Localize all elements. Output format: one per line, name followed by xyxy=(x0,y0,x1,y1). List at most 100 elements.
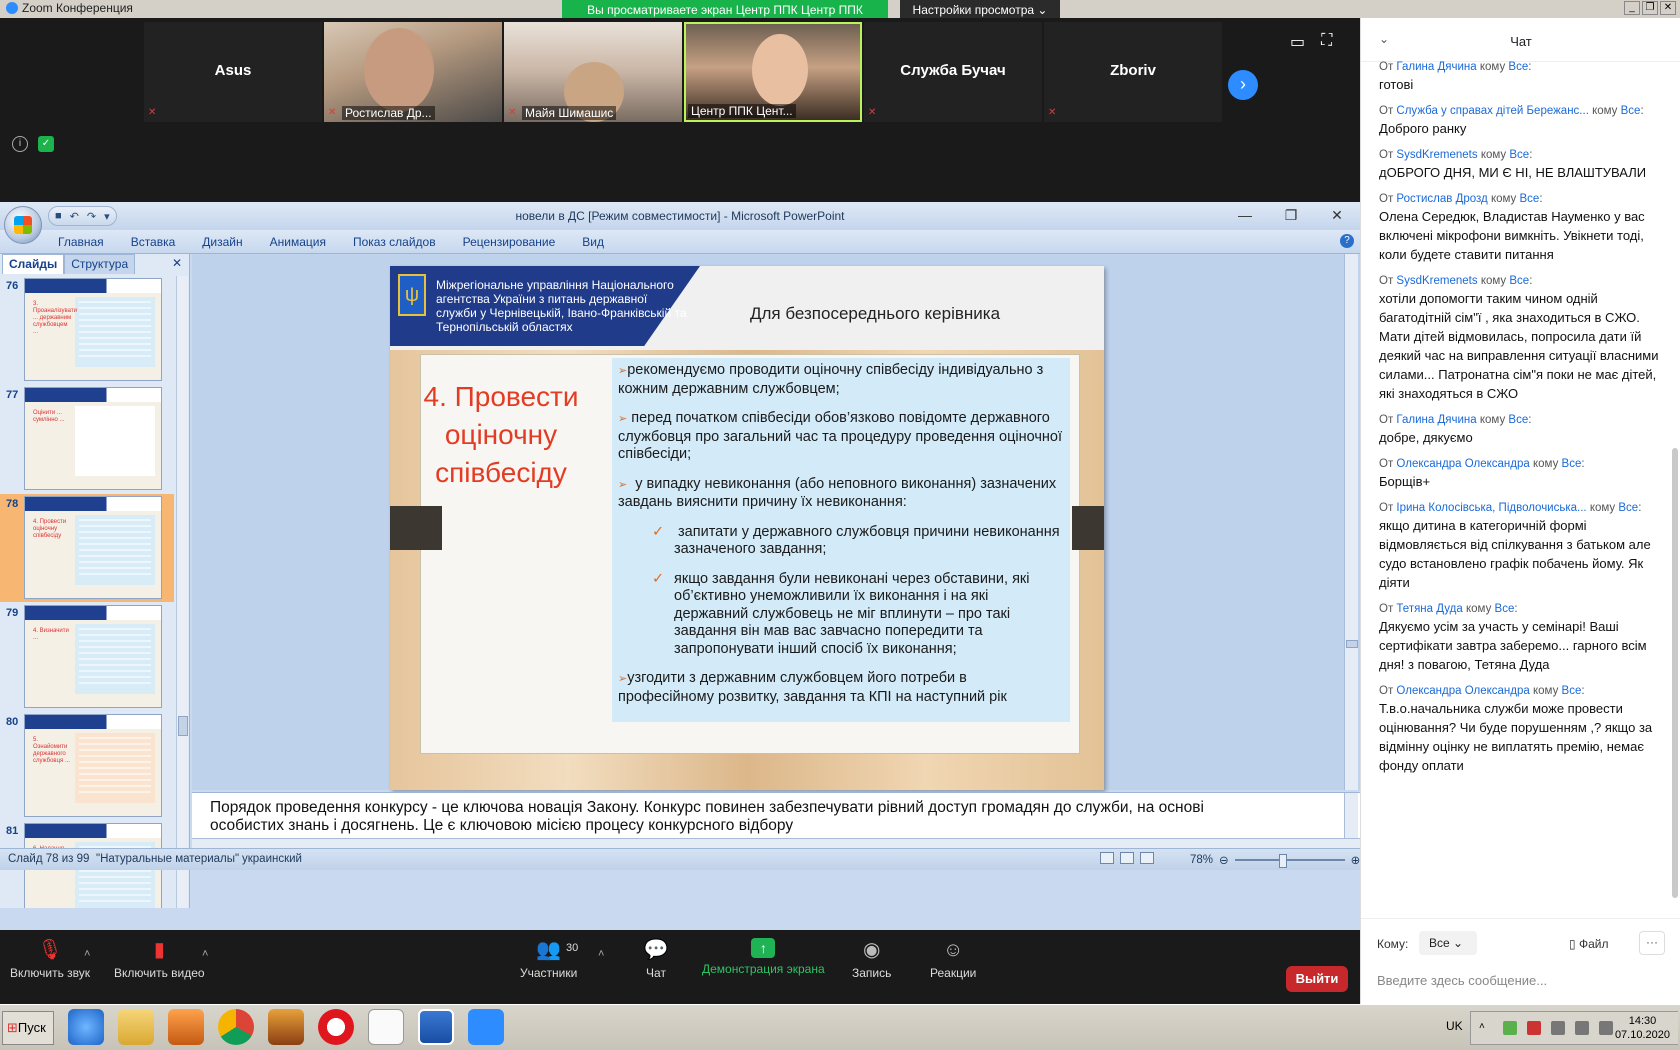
keyboard-language[interactable]: UK xyxy=(1446,1019,1463,1033)
tab-review[interactable]: Рецензирование xyxy=(463,235,556,249)
chat-recipient[interactable]: Все xyxy=(1495,603,1515,615)
participants-caret-icon[interactable]: ˄ xyxy=(598,948,604,960)
chat-sender[interactable]: Галина Дячина xyxy=(1396,61,1476,73)
chat-sender[interactable]: Олександра Олександра xyxy=(1396,685,1529,697)
view-options-button[interactable]: Настройки просмотра ⌄ xyxy=(900,0,1060,20)
participant-tile[interactable]: Asus ✕ xyxy=(144,22,322,122)
panel-close-icon[interactable]: ✕ xyxy=(172,256,182,270)
chat-scrollbar[interactable] xyxy=(1672,448,1678,898)
chat-recipient[interactable]: Все xyxy=(1621,105,1641,117)
fullscreen-icon[interactable]: ⛶ xyxy=(1321,32,1332,52)
participant-tile[interactable]: Zboriv ✕ xyxy=(1044,22,1222,122)
network-icon[interactable] xyxy=(1575,1021,1589,1035)
sorter-view-icon[interactable] xyxy=(1120,852,1134,864)
participant-tile[interactable]: Майя Шимашис ✕ xyxy=(504,22,682,122)
current-slide[interactable]: ψ Міжрегіональне управління Національног… xyxy=(390,266,1104,790)
redo-icon[interactable]: ↷ xyxy=(87,210,96,223)
ppt-restore-icon[interactable]: ❐ xyxy=(1268,204,1314,226)
help-icon[interactable]: ? xyxy=(1340,234,1354,248)
media-player-icon[interactable] xyxy=(168,1009,204,1045)
clock[interactable]: 14:30 07.10.2020 xyxy=(1615,1014,1670,1042)
tab-design[interactable]: Дизайн xyxy=(202,235,242,249)
notes-scrollbar[interactable] xyxy=(1344,793,1358,838)
chat-sender[interactable]: Олександра Олександра xyxy=(1396,458,1529,470)
audio-options-caret-icon[interactable]: ˄ xyxy=(84,948,90,960)
close-icon[interactable]: ✕ xyxy=(1660,1,1676,15)
tab-slideshow[interactable]: Показ слайдов xyxy=(353,235,436,249)
chat-sender[interactable]: SysdKremenets xyxy=(1396,275,1477,287)
ppt-close-icon[interactable]: ✕ xyxy=(1314,204,1360,226)
save-icon[interactable]: ■ xyxy=(55,210,62,222)
chat-recipient[interactable]: Все xyxy=(1520,193,1540,205)
opera-icon[interactable] xyxy=(318,1009,354,1045)
tray-app-icon[interactable] xyxy=(1551,1021,1565,1035)
minimize-icon[interactable]: _ xyxy=(1624,1,1640,15)
tab-animation[interactable]: Анимация xyxy=(270,235,326,249)
notes-pane[interactable]: Порядок проведення конкурсу - це ключова… xyxy=(192,792,1360,838)
chat-sender[interactable]: Служба у справах дітей Бережанс... xyxy=(1396,105,1588,117)
file-explorer-icon[interactable] xyxy=(118,1009,154,1045)
restore-icon[interactable]: ❐ xyxy=(1642,1,1658,15)
chat-recipient[interactable]: Все xyxy=(1618,502,1638,514)
tray-expand-icon[interactable]: ˄ xyxy=(1479,1021,1493,1035)
tab-slides[interactable]: Слайды xyxy=(2,254,65,274)
chat-message-input[interactable]: Введите здесь сообщение... xyxy=(1377,973,1547,988)
office-button[interactable] xyxy=(4,206,42,244)
encryption-shield-icon[interactable]: ✓ xyxy=(38,136,54,152)
record-button[interactable]: ◉ Запись xyxy=(852,938,891,980)
unmute-button[interactable]: 🎙 Включить звук xyxy=(10,938,90,980)
start-video-button[interactable]: ▮ Включить видео xyxy=(114,938,205,980)
internet-explorer-icon[interactable] xyxy=(68,1009,104,1045)
chat-button[interactable]: 💬 Чат xyxy=(642,938,670,980)
slide-thumbnail-selected[interactable]: 78 4. Провести оціночну співбесіду xyxy=(0,494,174,602)
chat-recipient[interactable]: Все xyxy=(1562,458,1582,470)
status-language[interactable]: украинский xyxy=(242,853,302,865)
chat-sender[interactable]: Ростислав Дрозд xyxy=(1396,193,1487,205)
chat-recipient[interactable]: Все xyxy=(1508,414,1528,426)
chat-sender[interactable]: Тетяна Дуда xyxy=(1396,603,1462,615)
slide-thumbnail[interactable]: 76 3. Проаналізувати ... державним служб… xyxy=(0,276,174,384)
word-icon[interactable] xyxy=(418,1009,454,1045)
chat-recipient[interactable]: Все xyxy=(1509,149,1529,161)
chat-recipient[interactable]: Все xyxy=(1508,61,1528,73)
start-button[interactable]: ⊞Пуск xyxy=(2,1011,54,1045)
undo-icon[interactable]: ↶ xyxy=(70,210,79,223)
participant-tile[interactable]: Ростислав Др... ✕ xyxy=(324,22,502,122)
document-icon[interactable] xyxy=(368,1009,404,1045)
tray-app-icon[interactable] xyxy=(1503,1021,1517,1035)
share-screen-button[interactable]: ↑ Демонстрация экрана xyxy=(702,938,825,976)
volume-icon[interactable] xyxy=(1599,1021,1613,1035)
recipient-select[interactable]: Все ⌄ xyxy=(1419,931,1477,955)
zoom-out-icon[interactable]: ⊖ xyxy=(1219,853,1229,867)
zoom-slider[interactable] xyxy=(1234,854,1345,868)
reactions-button[interactable]: ☺ Реакции xyxy=(930,938,976,980)
zoom-in-icon[interactable]: ⊕ xyxy=(1351,853,1361,867)
slide-thumbnail[interactable]: 77 Оцінити ... сумлінно ... xyxy=(0,385,174,493)
chat-recipient[interactable]: Все xyxy=(1509,275,1529,287)
video-options-caret-icon[interactable]: ˄ xyxy=(202,948,208,960)
tray-app-icon[interactable] xyxy=(1527,1021,1541,1035)
chat-sender[interactable]: SysdKremenets xyxy=(1396,149,1477,161)
slideshow-view-icon[interactable] xyxy=(1140,852,1154,864)
qat-dropdown-icon[interactable]: ▾ xyxy=(104,210,110,223)
tab-insert[interactable]: Вставка xyxy=(131,235,176,249)
leave-meeting-button[interactable]: Выйти xyxy=(1286,966,1348,992)
panel-scrollbar[interactable] xyxy=(176,276,188,908)
chat-recipient[interactable]: Все xyxy=(1562,685,1582,697)
winrar-icon[interactable] xyxy=(268,1009,304,1045)
ppt-minimize-icon[interactable]: — xyxy=(1222,204,1268,226)
slide-vertical-scrollbar[interactable] xyxy=(1344,254,1358,790)
tab-outline[interactable]: Структура xyxy=(64,254,136,274)
chat-sender[interactable]: Галина Дячина xyxy=(1396,414,1476,426)
zoom-level[interactable]: 78% xyxy=(1190,854,1213,866)
participant-tile[interactable]: Служба Бучач ✕ xyxy=(864,22,1042,122)
zoom-app-icon[interactable] xyxy=(468,1009,504,1045)
slide-thumbnail[interactable]: 79 4. Визначити ... xyxy=(0,603,174,711)
tab-view[interactable]: Вид xyxy=(582,235,604,249)
normal-view-icon[interactable] xyxy=(1100,852,1114,864)
slide-thumbnail[interactable]: 80 5. Ознайомити державного службовця ..… xyxy=(0,712,174,820)
chat-sender[interactable]: Ірина Колосівська, Підволочиська... xyxy=(1396,502,1586,514)
next-page-icon[interactable]: › xyxy=(1228,70,1258,100)
more-options-icon[interactable]: ··· xyxy=(1639,931,1665,955)
tab-home[interactable]: Главная xyxy=(58,235,104,249)
